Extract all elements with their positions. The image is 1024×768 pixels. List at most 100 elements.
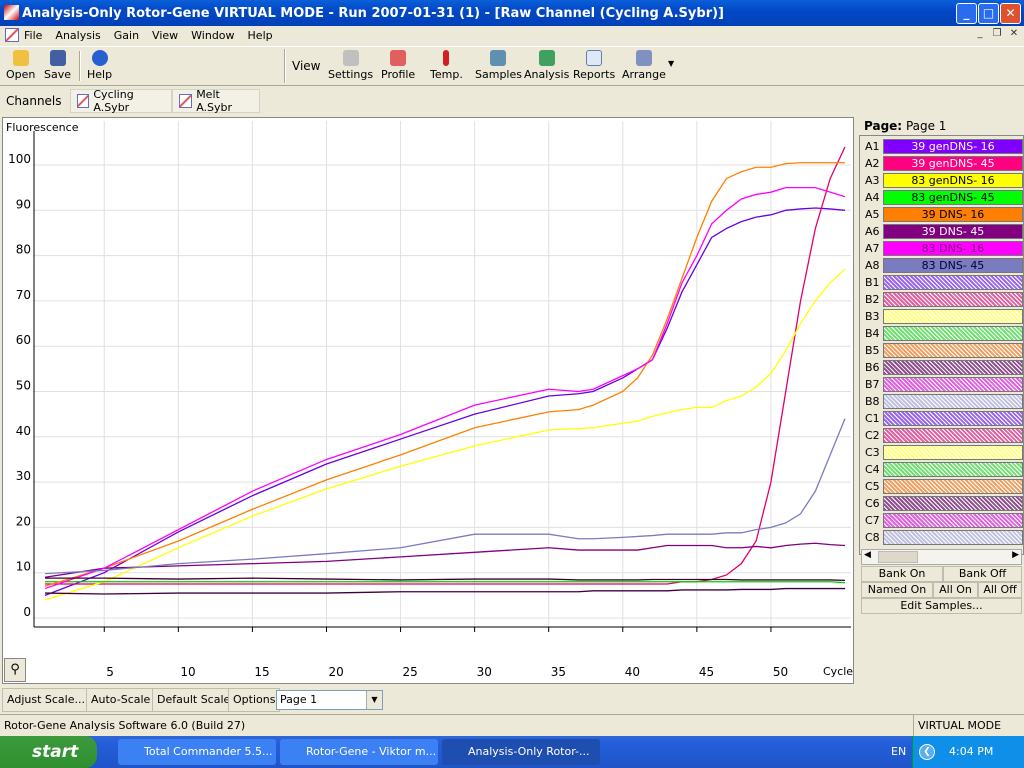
sample-swatch[interactable]: 83 DNS- 45 — [883, 258, 1023, 273]
sample-row[interactable]: B1 — [862, 274, 1023, 291]
profile-button[interactable]: Profile — [381, 50, 415, 81]
sample-swatch[interactable]: 39 genDNS- 16 — [883, 139, 1023, 154]
y-tick-label: 100 — [8, 152, 31, 166]
task-analysis-only[interactable]: Analysis-Only Rotor-... — [442, 739, 600, 765]
sample-swatch[interactable] — [883, 411, 1023, 426]
mdi-minimize-button[interactable]: _ — [973, 28, 987, 41]
sample-row[interactable]: A1 39 genDNS- 16 — [862, 138, 1023, 155]
channel-melt-tab[interactable]: Melt A.Sybr — [172, 88, 260, 114]
close-button[interactable]: ✕ — [1000, 3, 1021, 24]
samples-button[interactable]: Samples — [475, 50, 522, 81]
menu-window[interactable]: Window — [191, 29, 234, 42]
sample-row[interactable]: B3 — [862, 308, 1023, 325]
sample-row[interactable]: B7 — [862, 376, 1023, 393]
sample-swatch[interactable] — [883, 360, 1023, 375]
help-button[interactable]: Help — [87, 50, 112, 81]
sample-swatch[interactable] — [883, 292, 1023, 307]
sample-row[interactable]: C2 — [862, 427, 1023, 444]
sample-row[interactable]: C5 — [862, 478, 1023, 495]
sample-swatch[interactable]: 83 genDNS- 16 — [883, 173, 1023, 188]
sample-swatch[interactable]: 39 DNS- 45 — [883, 224, 1023, 239]
sample-swatch[interactable]: 39 genDNS- 45 — [883, 156, 1023, 171]
named-on-button[interactable]: Named On — [861, 582, 933, 598]
edit-samples-button[interactable]: Edit Samples... — [861, 598, 1022, 614]
reports-button[interactable]: Reports — [573, 50, 615, 81]
zoom-tool-icon[interactable]: ⚲ — [4, 658, 26, 682]
sample-swatch[interactable] — [883, 496, 1023, 511]
maximize-button[interactable]: □ — [978, 3, 999, 24]
sample-row[interactable]: B4 — [862, 325, 1023, 342]
document-icon[interactable] — [5, 28, 19, 42]
sample-swatch[interactable] — [883, 275, 1023, 290]
mdi-restore-button[interactable]: ❐ — [990, 28, 1004, 41]
mdi-close-button[interactable]: ✕ — [1007, 28, 1021, 41]
sample-row[interactable]: C1 — [862, 410, 1023, 427]
minimize-button[interactable]: _ — [956, 3, 977, 24]
default-scale-button[interactable]: Default Scale — [152, 688, 236, 712]
sample-swatch[interactable] — [883, 513, 1023, 528]
temp-button[interactable]: Temp. — [430, 50, 463, 81]
save-label: Save — [44, 68, 72, 81]
sample-row[interactable]: A7 83 DNS- 16 — [862, 240, 1023, 257]
sample-row[interactable]: B2 — [862, 291, 1023, 308]
sample-swatch[interactable] — [883, 343, 1023, 358]
settings-button[interactable]: Settings — [328, 50, 373, 81]
task-rotor-gene[interactable]: Rotor-Gene - Viktor m... — [280, 739, 438, 765]
arrange-button[interactable]: Arrange — [622, 50, 666, 81]
open-button[interactable]: Open — [6, 50, 35, 81]
horizontal-scrollbar[interactable]: ◀ ▶ — [861, 549, 1022, 565]
channel-cycling-tab[interactable]: Cycling A.Sybr — [69, 88, 173, 114]
sample-row[interactable]: A2 39 genDNS- 45 — [862, 155, 1023, 172]
options-button[interactable]: Options — [228, 688, 281, 712]
all-off-button[interactable]: All Off — [978, 582, 1022, 598]
sample-row[interactable]: C6 — [862, 495, 1023, 512]
sample-swatch[interactable] — [883, 445, 1023, 460]
menu-gain[interactable]: Gain — [114, 29, 139, 42]
sample-row[interactable]: A3 83 genDNS- 16 — [862, 172, 1023, 189]
sample-swatch[interactable] — [883, 394, 1023, 409]
sample-swatch[interactable] — [883, 326, 1023, 341]
start-button[interactable]: start — [0, 736, 97, 768]
scroll-right-icon[interactable]: ▶ — [1012, 550, 1019, 560]
page-select[interactable]: Page 1 ▼ — [276, 690, 383, 710]
sample-swatch[interactable] — [883, 479, 1023, 494]
scroll-thumb[interactable] — [878, 551, 918, 563]
scroll-left-icon[interactable]: ◀ — [864, 550, 871, 560]
sample-row[interactable]: C8 — [862, 529, 1023, 546]
language-indicator[interactable]: EN — [891, 736, 906, 768]
menu-file[interactable]: File — [24, 29, 42, 42]
bank-on-button[interactable]: Bank On — [861, 566, 943, 582]
sample-swatch[interactable] — [883, 377, 1023, 392]
sample-swatch[interactable]: 83 DNS- 16 — [883, 241, 1023, 256]
sample-row[interactable]: B6 — [862, 359, 1023, 376]
auto-scale-button[interactable]: Auto-Scale — [86, 688, 156, 712]
sample-row[interactable]: C4 — [862, 461, 1023, 478]
menu-help[interactable]: Help — [248, 29, 273, 42]
toolbar-overflow-chevron-icon[interactable]: ▼ — [668, 59, 674, 68]
sample-row[interactable]: C3 — [862, 444, 1023, 461]
sample-row[interactable]: B5 — [862, 342, 1023, 359]
menu-view[interactable]: View — [152, 29, 178, 42]
sample-swatch[interactable] — [883, 309, 1023, 324]
sample-swatch[interactable] — [883, 530, 1023, 545]
task-total-commander[interactable]: Total Commander 5.5... — [118, 739, 276, 765]
adjust-scale-button[interactable]: Adjust Scale... — [2, 688, 90, 712]
fluorescence-chart[interactable]: 0 10 20 30 40 50 60 70 80 90 100 5 10 15 20 25 30 35 40 45 5… — [2, 117, 854, 684]
sample-swatch[interactable]: 39 DNS- 16 — [883, 207, 1023, 222]
sample-row[interactable]: A5 39 DNS- 16 — [862, 206, 1023, 223]
sample-row[interactable]: B8 — [862, 393, 1023, 410]
all-on-button[interactable]: All On — [933, 582, 978, 598]
sample-row[interactable]: A8 83 DNS- 45 — [862, 257, 1023, 274]
analysis-button[interactable]: Analysis — [524, 50, 569, 81]
sample-row[interactable]: A6 39 DNS- 45 — [862, 223, 1023, 240]
bank-off-button[interactable]: Bank Off — [943, 566, 1022, 582]
save-button[interactable]: Save — [44, 50, 71, 81]
sample-swatch[interactable]: 83 genDNS- 45 — [883, 190, 1023, 205]
sample-row[interactable]: C7 — [862, 512, 1023, 529]
sample-swatch[interactable] — [883, 462, 1023, 477]
menu-analysis[interactable]: Analysis — [55, 29, 100, 42]
sample-row[interactable]: A4 83 genDNS- 45 — [862, 189, 1023, 206]
sample-swatch[interactable] — [883, 428, 1023, 443]
tray-expand-icon[interactable]: ❮ — [919, 744, 935, 760]
dropdown-arrow-icon[interactable]: ▼ — [366, 691, 382, 709]
